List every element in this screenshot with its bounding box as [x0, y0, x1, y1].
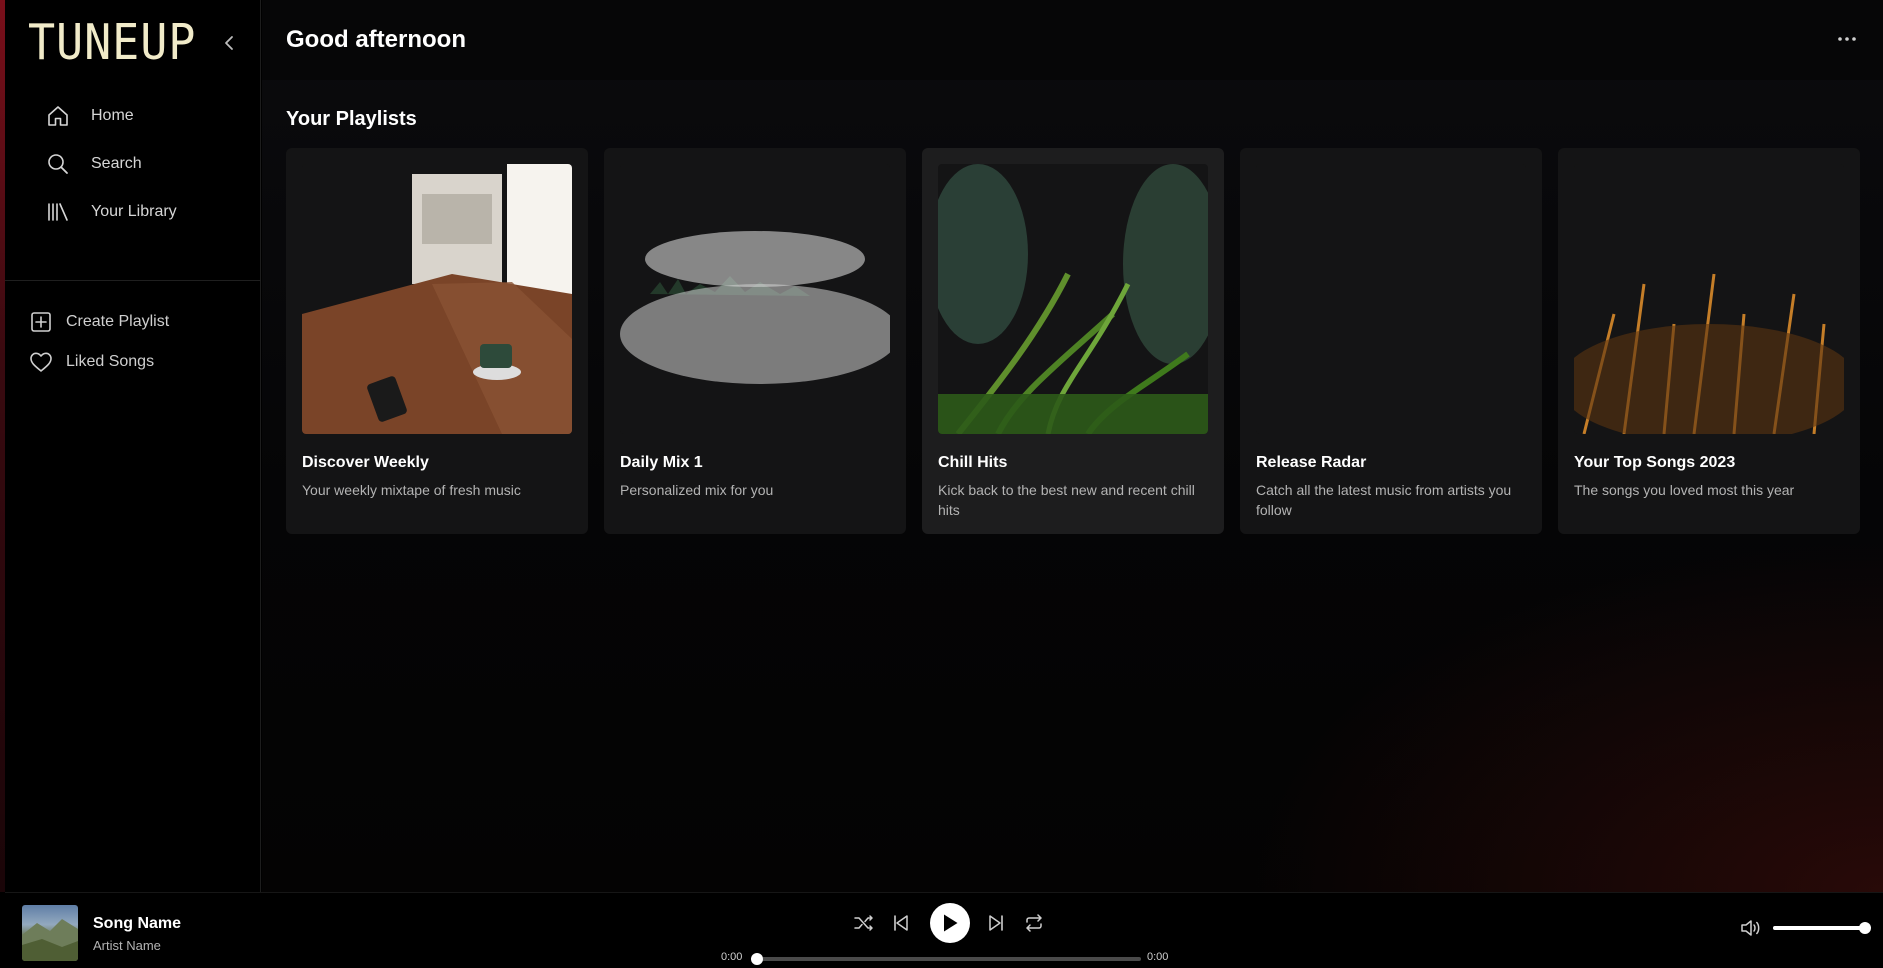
volume-slider[interactable]: [1773, 922, 1871, 934]
skip-forward-icon: [989, 915, 1003, 931]
heart-icon: [29, 350, 53, 374]
playlist-card[interactable]: Release Radar Catch all the latest music…: [1240, 148, 1542, 534]
section-title: Your Playlists: [286, 108, 417, 130]
main-header: Good afternoon: [262, 0, 1883, 80]
now-playing-title[interactable]: Song Name: [93, 915, 181, 933]
home-icon: [45, 103, 71, 129]
playlist-cover: [620, 164, 890, 434]
volume-button[interactable]: [1738, 915, 1764, 941]
main-nav: Home Search Your Library: [45, 92, 177, 236]
playlist-cover: [302, 164, 572, 434]
playlist-description: Kick back to the best new and recent chi…: [938, 482, 1195, 518]
playlist-description: Catch all the latest music from artists …: [1256, 482, 1512, 518]
liked-songs-label: Liked Songs: [66, 353, 155, 370]
playlist-description: Personalized mix for you: [620, 482, 774, 498]
sidebar: TUNEUP Home Search Your Library Create P…: [5, 0, 261, 892]
playlist-card[interactable]: Your Top Songs 2023 The songs you loved …: [1558, 148, 1860, 534]
progress-bar[interactable]: [751, 953, 1141, 965]
playlist-title: Release Radar: [1256, 454, 1367, 471]
playlist-title: Discover Weekly: [302, 454, 429, 471]
shuffle-button[interactable]: [853, 912, 875, 934]
previous-button[interactable]: [890, 912, 912, 934]
volume-icon: [1741, 920, 1760, 936]
playlist-grid: Discover Weekly Your weekly mixtape of f…: [286, 148, 1860, 534]
play-button[interactable]: [930, 903, 970, 943]
chevron-left-icon: [225, 36, 233, 50]
play-icon: [944, 914, 958, 932]
app-window: TUNEUP Home Search Your Library Create P…: [0, 0, 1883, 968]
plus-square-icon: [29, 310, 53, 334]
repeat-button[interactable]: [1023, 912, 1045, 934]
create-playlist-button[interactable]: Create Playlist: [29, 302, 169, 342]
playlist-card[interactable]: Discover Weekly Your weekly mixtape of f…: [286, 148, 588, 534]
total-time: 0:00: [1147, 951, 1169, 963]
more-horizontal-icon: [1838, 37, 1856, 41]
search-icon: [45, 151, 71, 177]
page-title: Good afternoon: [286, 26, 466, 53]
sidebar-secondary: Create Playlist Liked Songs: [29, 302, 169, 382]
shuffle-icon: [854, 915, 873, 931]
playlist-cover: [938, 164, 1208, 434]
liked-songs-button[interactable]: Liked Songs: [29, 342, 169, 382]
playlist-description: Your weekly mixtape of fresh music: [302, 482, 521, 498]
playlist-title: Your Top Songs 2023: [1574, 454, 1736, 471]
nav-item-label: Your Library: [91, 203, 177, 220]
playlist-description: The songs you loved most this year: [1574, 482, 1795, 498]
playback-controls: [845, 903, 1042, 943]
volume-handle[interactable]: [1859, 922, 1871, 934]
logo-row: TUNEUP: [28, 18, 238, 68]
nav-item-label: Home: [91, 107, 134, 124]
nav-item-library[interactable]: Your Library: [45, 188, 177, 236]
create-playlist-label: Create Playlist: [66, 313, 170, 330]
sidebar-divider: [5, 280, 261, 281]
playlist-cover: [1256, 164, 1526, 434]
nav-item-home[interactable]: Home: [45, 92, 177, 140]
nav-item-search[interactable]: Search: [45, 140, 177, 188]
library-icon: [45, 199, 71, 225]
more-options-button[interactable]: [1833, 28, 1861, 50]
now-playing-artist[interactable]: Artist Name: [93, 938, 161, 953]
main-content: Good afternoon Your Playlists Discover W…: [262, 0, 1883, 892]
collapse-sidebar-button[interactable]: [218, 32, 240, 54]
nav-item-label: Search: [91, 155, 142, 172]
next-button[interactable]: [985, 912, 1007, 934]
playlist-card[interactable]: Chill Hits Kick back to the best new and…: [922, 148, 1224, 534]
skip-back-icon: [894, 915, 908, 931]
playlist-card[interactable]: Daily Mix 1 Personalized mix for you: [604, 148, 906, 534]
repeat-icon: [1026, 914, 1042, 932]
volume-fill: [1773, 926, 1865, 930]
player-bar: Song Name Artist Name 0:00 0:00: [5, 892, 1883, 968]
progress-handle[interactable]: [751, 953, 763, 965]
playlist-cover: [1574, 164, 1844, 434]
now-playing-cover: [22, 905, 78, 961]
current-time: 0:00: [721, 951, 743, 963]
playlist-title: Chill Hits: [938, 454, 1008, 471]
app-logo: TUNEUP: [28, 14, 197, 71]
playlist-title: Daily Mix 1: [620, 454, 703, 471]
